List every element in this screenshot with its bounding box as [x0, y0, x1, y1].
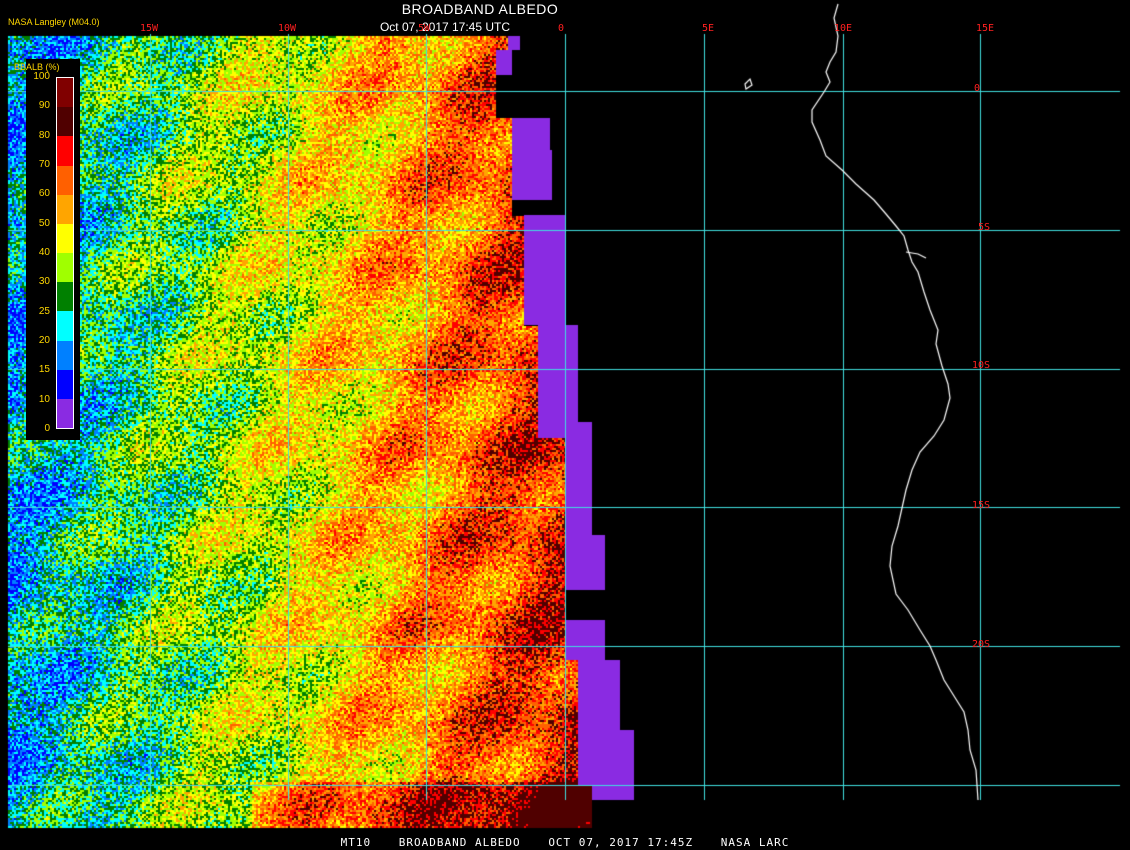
legend-level-label: 60: [38, 188, 50, 200]
producer-label: NASA Langley (M04.0): [8, 17, 100, 27]
legend-swatch: [57, 78, 73, 108]
legend-level-label: 100: [33, 71, 50, 82]
legend-colorbar: [56, 77, 74, 429]
legend-level-label: 40: [38, 247, 50, 258]
lat-label-15s: 15S: [972, 500, 991, 511]
legend-level-label: 0: [44, 423, 50, 434]
legend-level-label: 10: [38, 393, 50, 405]
legend-level-label: 80: [38, 129, 50, 141]
legend-swatch: [57, 223, 73, 254]
satellite-map: BROADBAND ALBEDO Oct 07, 2017 17:45 UTC …: [0, 0, 1130, 850]
lat-label-10s: 10S: [972, 360, 991, 371]
footer-caption: MT10 BROADBAND ALBEDO OCT 07, 2017 17:45…: [0, 836, 1130, 849]
lon-label-15e: 15E: [976, 23, 995, 34]
lon-label-15w: 15W: [140, 23, 159, 34]
lon-label-5w: 5W: [418, 23, 431, 34]
map-title: BROADBAND ALBEDO: [401, 1, 559, 17]
legend-swatch: [57, 194, 73, 224]
footer-product: MT10: [340, 836, 372, 849]
legend-swatch: [57, 369, 73, 399]
lat-label-5s: 5S: [978, 222, 991, 233]
lat-label-20s: 20S: [972, 639, 991, 650]
lon-label-10e: 10E: [834, 23, 853, 34]
legend-swatch: [57, 398, 73, 429]
legend-swatch: [57, 253, 73, 283]
legend-swatch: [57, 311, 73, 341]
legend-level-label: 15: [38, 364, 50, 376]
legend-level-label: 50: [38, 217, 50, 229]
lon-label-5e: 5E: [702, 23, 715, 34]
legend-swatch: [57, 136, 73, 166]
legend-swatch: [57, 282, 73, 312]
legend-swatch: [57, 107, 73, 137]
legend-swatch: [57, 165, 73, 195]
lon-label-0: 0: [558, 23, 565, 34]
lat-label-0: 0: [974, 83, 981, 94]
legend-level-label: 30: [38, 276, 50, 288]
lon-label-10w: 10W: [278, 23, 297, 34]
legend-swatch: [57, 340, 73, 370]
legend-level-label: 90: [38, 100, 50, 112]
legend-level-label: 25: [38, 305, 50, 317]
footer-datetime: OCT 07, 2017 17:45Z: [548, 836, 694, 849]
footer-source: NASA LARC: [720, 836, 790, 849]
legend-level-label: 70: [38, 159, 50, 170]
footer-name: BROADBAND ALBEDO: [398, 836, 521, 849]
albedo-image: [0, 0, 1130, 850]
legend-level-label: 20: [38, 335, 50, 346]
